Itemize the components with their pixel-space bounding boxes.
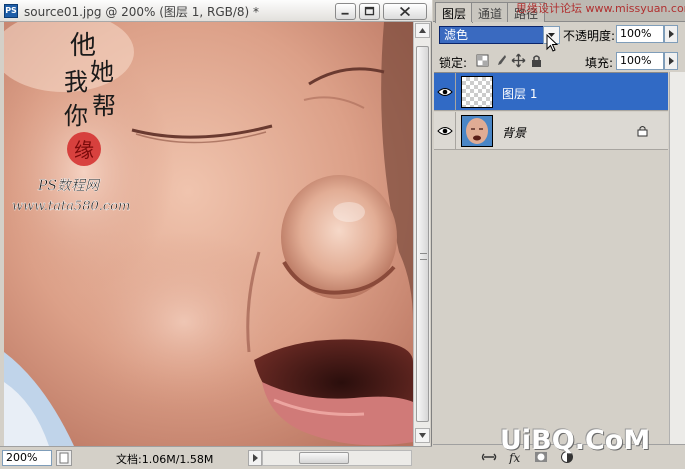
status-menu-button[interactable] bbox=[248, 450, 262, 466]
eye-icon bbox=[437, 88, 453, 96]
layer-name[interactable]: 图层 1 bbox=[502, 85, 537, 102]
calligraphy-char-2: 她 bbox=[90, 58, 114, 86]
restore-button[interactable] bbox=[359, 3, 380, 20]
fill-slider-button[interactable] bbox=[664, 52, 678, 70]
zoom-level-field[interactable]: 200% bbox=[2, 450, 52, 466]
vertical-scroll-thumb[interactable] bbox=[416, 46, 429, 422]
fill-label: 填充: bbox=[585, 56, 614, 70]
layer-thumbnail bbox=[461, 115, 493, 147]
visibility-toggle[interactable] bbox=[434, 73, 456, 111]
mouse-cursor-icon bbox=[546, 34, 559, 52]
tab-layers[interactable]: 图层 bbox=[435, 2, 474, 23]
page-icon bbox=[59, 452, 69, 464]
layer-row-background[interactable]: 背景 bbox=[434, 112, 668, 150]
close-button[interactable] bbox=[383, 3, 427, 20]
horizontal-scroll-thumb[interactable] bbox=[299, 452, 349, 464]
document-size: 文档:1.06M/1.58M bbox=[116, 453, 214, 466]
document-statusbar: 200% 文档:1.06M/1.58M bbox=[0, 446, 432, 469]
visibility-toggle[interactable] bbox=[434, 112, 456, 150]
image-canvas[interactable]: 他 她 我 帮 你 缘 PS数程网 www.tata580.com bbox=[4, 22, 413, 446]
calligraphy-char-4: 帮 bbox=[92, 92, 116, 120]
watermark-site-name: PS数程网 bbox=[37, 178, 101, 194]
calligraphy-char-5: 你 bbox=[64, 102, 88, 130]
arrow-down-icon bbox=[419, 433, 426, 438]
eye-icon bbox=[437, 127, 453, 135]
layer-name[interactable]: 背景 bbox=[502, 124, 526, 141]
photoshop-workspace: PS source01.jpg @ 200% (图层 1, RGB/8) * 他… bbox=[0, 0, 685, 469]
arrow-right-icon bbox=[253, 454, 258, 462]
arrow-right-icon bbox=[669, 57, 674, 65]
calligraphy-char-1: 他 bbox=[70, 31, 96, 61]
lock-brush-icon[interactable] bbox=[493, 53, 508, 68]
navigator-icon[interactable] bbox=[56, 450, 72, 466]
arrow-up-icon bbox=[419, 28, 426, 33]
lock-all-icon[interactable] bbox=[529, 53, 544, 68]
horizontal-scrollbar[interactable] bbox=[262, 450, 412, 466]
tab-channels[interactable]: 通道 bbox=[471, 2, 510, 22]
document-titlebar[interactable]: PS source01.jpg @ 200% (图层 1, RGB/8) * bbox=[0, 0, 432, 22]
lock-transparency-icon[interactable] bbox=[475, 53, 490, 68]
baby-photo: 他 她 我 帮 你 缘 PS数程网 www.tata580.com bbox=[4, 22, 413, 446]
seal-char: 缘 bbox=[74, 138, 94, 162]
layer-row-layer1[interactable]: 图层 1 bbox=[434, 73, 668, 111]
link-layers-icon[interactable] bbox=[481, 450, 497, 464]
document-title: source01.jpg @ 200% (图层 1, RGB/8) * bbox=[24, 5, 260, 19]
document-window: PS source01.jpg @ 200% (图层 1, RGB/8) * 他… bbox=[0, 0, 432, 469]
calligraphy-char-3: 我 bbox=[64, 68, 88, 96]
layer-lock-icon bbox=[637, 126, 648, 137]
close-icon bbox=[399, 6, 411, 17]
layers-scrollbar[interactable] bbox=[669, 72, 685, 444]
photoshop-app-icon: PS bbox=[4, 4, 18, 18]
scroll-up-button[interactable] bbox=[415, 23, 430, 38]
vertical-scrollbar[interactable] bbox=[413, 22, 430, 446]
layers-list: 图层 1 背景 bbox=[434, 72, 668, 444]
scroll-down-button[interactable] bbox=[415, 428, 430, 443]
grip-icon bbox=[420, 253, 427, 260]
layers-panel: 图层 通道 路径 滤色 不透明度: 100% 锁定: 填充: 100% 图层 1… bbox=[433, 0, 685, 469]
restore-icon bbox=[364, 6, 375, 16]
forum-watermark: 思缘设计论坛 www.missyuan.com bbox=[516, 2, 685, 15]
fill-field[interactable]: 100% bbox=[616, 52, 664, 70]
minimize-button[interactable] bbox=[335, 3, 356, 20]
minimize-icon bbox=[341, 12, 349, 15]
watermark-site-url: www.tata580.com bbox=[12, 199, 130, 214]
layer-thumbnail bbox=[461, 76, 493, 108]
lock-move-icon[interactable] bbox=[511, 53, 526, 68]
baby-thumbnail-image bbox=[462, 116, 492, 146]
lock-label: 锁定: bbox=[439, 56, 468, 70]
site-watermark: UiBQ.CoM bbox=[500, 425, 651, 456]
